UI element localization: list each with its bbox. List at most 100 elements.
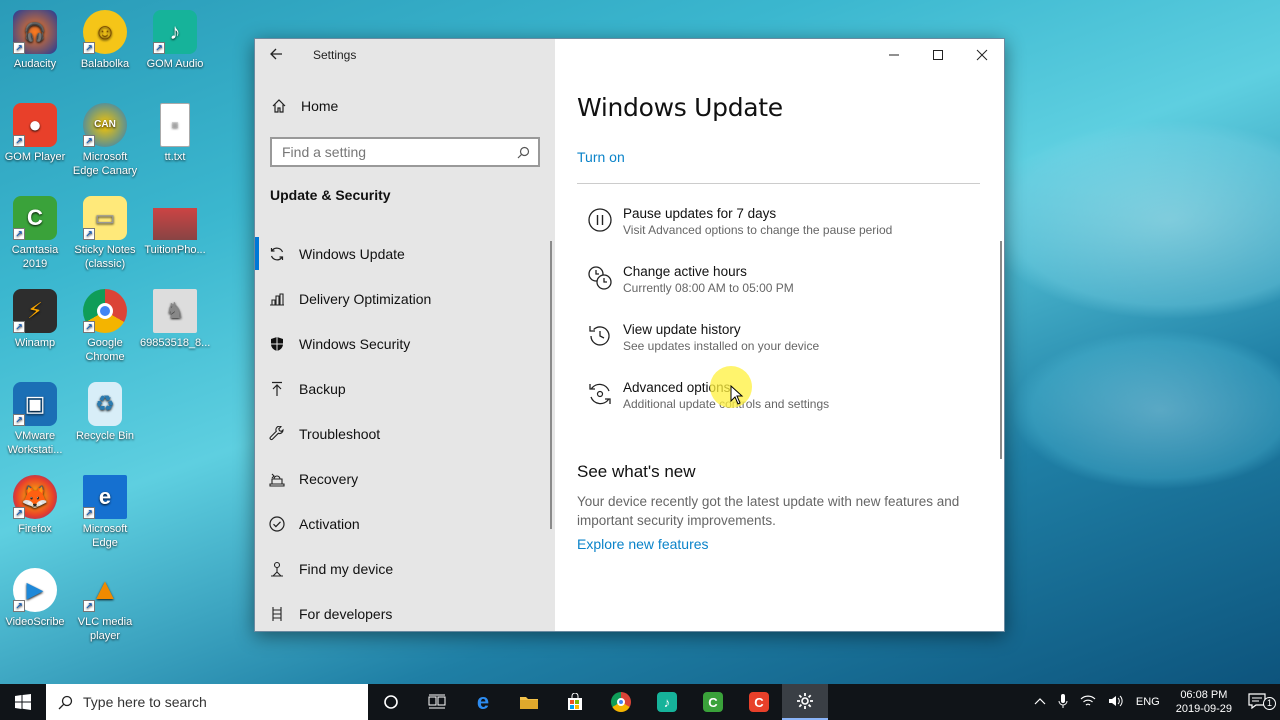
explore-new-features-link[interactable]: Explore new features [577, 536, 709, 552]
desktop-icon-edge-canary[interactable]: CAN ↗ Microsoft Edge Canary [70, 103, 140, 178]
desktop-icon-label: Firefox [18, 523, 52, 535]
option-pause-updates[interactable]: Pause updates for 7 days Visit Advanced … [587, 205, 892, 239]
nav-item-backup[interactable]: Backup [255, 366, 555, 411]
speaker-icon [1108, 695, 1123, 706]
chrome-icon: ↗ [83, 289, 127, 333]
taskbar-file-explorer[interactable] [506, 684, 552, 720]
desktop-icon-audacity[interactable]: 🎧 ↗ Audacity [0, 10, 70, 71]
taskbar-camtasia[interactable]: C [690, 684, 736, 720]
cortana-circle-icon [384, 695, 398, 709]
option-change-active-hours[interactable]: Change active hours Currently 08:00 AM t… [587, 263, 794, 297]
desktop-icon-edge[interactable]: e ↗ Microsoft Edge [70, 475, 140, 550]
content-scrollbar[interactable] [1000, 241, 1002, 459]
taskbar-settings[interactable] [782, 684, 828, 720]
nav-item-label: For developers [299, 605, 393, 622]
desktop-icon-label: TuitionPho... [144, 244, 206, 256]
gom-audio-icon: ♪ ↗ [153, 10, 197, 54]
nav-item-windows-update[interactable]: Windows Update [255, 231, 555, 276]
cortana-button[interactable] [368, 684, 414, 720]
delivery-icon [270, 292, 284, 306]
desktop-icon-recycle-bin[interactable]: ♻ Recycle Bin [70, 382, 140, 443]
back-button[interactable] [269, 47, 283, 65]
history-icon [589, 326, 610, 346]
desktop-icon-winamp[interactable]: ⚡ ↗ Winamp [0, 289, 70, 350]
desktop-icon-label: VMware Workstati... [7, 430, 63, 456]
clock-time: 06:08 PM [1180, 689, 1228, 701]
nav-item-label: Backup [299, 380, 346, 397]
clock[interactable]: 06:08 PM 2019-09-29 [1166, 688, 1242, 716]
wrench-icon [269, 425, 284, 440]
nav-item-for-developers[interactable]: For developers [255, 591, 555, 636]
desktop-icon-tt-txt[interactable]: ≡ tt.txt [140, 103, 210, 164]
home-link[interactable]: Home [271, 98, 338, 114]
maximize-button[interactable] [916, 39, 960, 71]
sticky-notes-icon: ▭ ↗ [83, 196, 127, 240]
desktop-icon-label: GOM Audio [146, 58, 204, 70]
desktop-icon-label: VideoScribe [5, 616, 65, 628]
title-bar[interactable] [255, 39, 555, 71]
show-hidden-icons-button[interactable] [1028, 696, 1052, 708]
recycle-bin-icon: ♻ [88, 382, 122, 426]
start-button[interactable] [0, 684, 46, 720]
language-indicator[interactable]: ENG [1130, 696, 1166, 708]
desktop-icon-balabolka[interactable]: ☺ ↗ Balabolka [70, 10, 140, 71]
desktop-icon-vlc[interactable]: ▲ ↗ VLC media player [70, 568, 140, 643]
option-subtitle: Currently 08:00 AM to 05:00 PM [623, 281, 794, 295]
option-advanced-options[interactable]: Advanced options Additional update contr… [587, 379, 829, 413]
task-view-icon [428, 694, 446, 709]
microphone-button[interactable] [1052, 693, 1074, 712]
action-center-button[interactable]: 1 [1242, 692, 1280, 712]
close-button[interactable] [960, 39, 1004, 71]
option-subtitle: See updates installed on your device [623, 339, 820, 353]
volume-button[interactable] [1102, 694, 1130, 711]
desktop-icon-label: Recycle Bin [75, 430, 135, 442]
settings-window: Settings Home Find a setting Update & Se… [254, 38, 1005, 632]
nav-item-delivery-optimization[interactable]: Delivery Optimization [255, 276, 555, 321]
desktop-icon-firefox[interactable]: 🦊 ↗ Firefox [0, 475, 70, 536]
taskbar-search-box[interactable]: Type here to search [46, 684, 368, 720]
home-icon [272, 99, 286, 113]
person-location-icon [271, 561, 283, 577]
wallpaper-wave [980, 120, 1280, 320]
option-title: Change active hours [623, 264, 747, 279]
search-icon [517, 146, 530, 158]
shield-icon [271, 336, 283, 351]
nav-item-windows-security[interactable]: Windows Security [255, 321, 555, 366]
settings-nav-pane: Settings Home Find a setting Update & Se… [255, 39, 555, 631]
close-icon [976, 49, 988, 61]
desktop-icon-sticky-notes[interactable]: ▭ ↗ Sticky Notes (classic) [70, 196, 140, 271]
nav-item-recovery[interactable]: Recovery [255, 456, 555, 501]
desktop-icon-gom-player[interactable]: ● ↗ GOM Player [0, 103, 70, 164]
nav-item-activation[interactable]: Activation [255, 501, 555, 546]
taskbar-store[interactable] [552, 684, 598, 720]
nav-item-find-my-device[interactable]: Find my device [255, 546, 555, 591]
taskbar-chrome[interactable] [598, 684, 644, 720]
image-file-icon: ♞ [153, 289, 197, 333]
divider [577, 183, 980, 184]
desktop-icon-videoscribe[interactable]: ▶ ↗ VideoScribe [0, 568, 70, 629]
taskbar-gom-audio[interactable]: ♪ [644, 684, 690, 720]
option-view-update-history[interactable]: View update history See updates installe… [587, 321, 819, 355]
nav-item-troubleshoot[interactable]: Troubleshoot [255, 411, 555, 456]
caption-buttons [872, 39, 1004, 71]
settings-nav-list: Windows Update Delivery Optimization Win… [255, 231, 555, 636]
taskbar-edge[interactable]: e [460, 684, 506, 720]
desktop-icon-tuitionphoto[interactable]: TuitionPho... [140, 196, 210, 257]
desktop-icon-camtasia[interactable]: C ↗ Camtasia 2019 [0, 196, 70, 271]
desktop-icon-label: GOM Player [4, 151, 66, 163]
minimize-button[interactable] [872, 39, 916, 71]
desktop-icon-image-file[interactable]: ♞ 69853518_8... [140, 289, 210, 350]
desktop-icon-gom-audio[interactable]: ♪ ↗ GOM Audio [140, 10, 210, 71]
back-arrow-icon [270, 48, 282, 60]
desktop-icon-chrome[interactable]: ↗ Google Chrome [70, 289, 140, 364]
task-view-button[interactable] [414, 684, 460, 720]
taskbar-camtasia-recorder[interactable]: C [736, 684, 782, 720]
pause-icon [588, 208, 612, 232]
nav-scrollbar[interactable] [550, 241, 552, 529]
find-setting-search[interactable]: Find a setting [270, 137, 540, 167]
network-button[interactable] [1074, 694, 1102, 711]
notification-count-badge: 1 [1263, 696, 1276, 710]
wallpaper-wave [1010, 330, 1280, 490]
turn-on-link[interactable]: Turn on [577, 149, 625, 165]
desktop-icon-vmware[interactable]: ▣ ↗ VMware Workstati... [0, 382, 70, 457]
